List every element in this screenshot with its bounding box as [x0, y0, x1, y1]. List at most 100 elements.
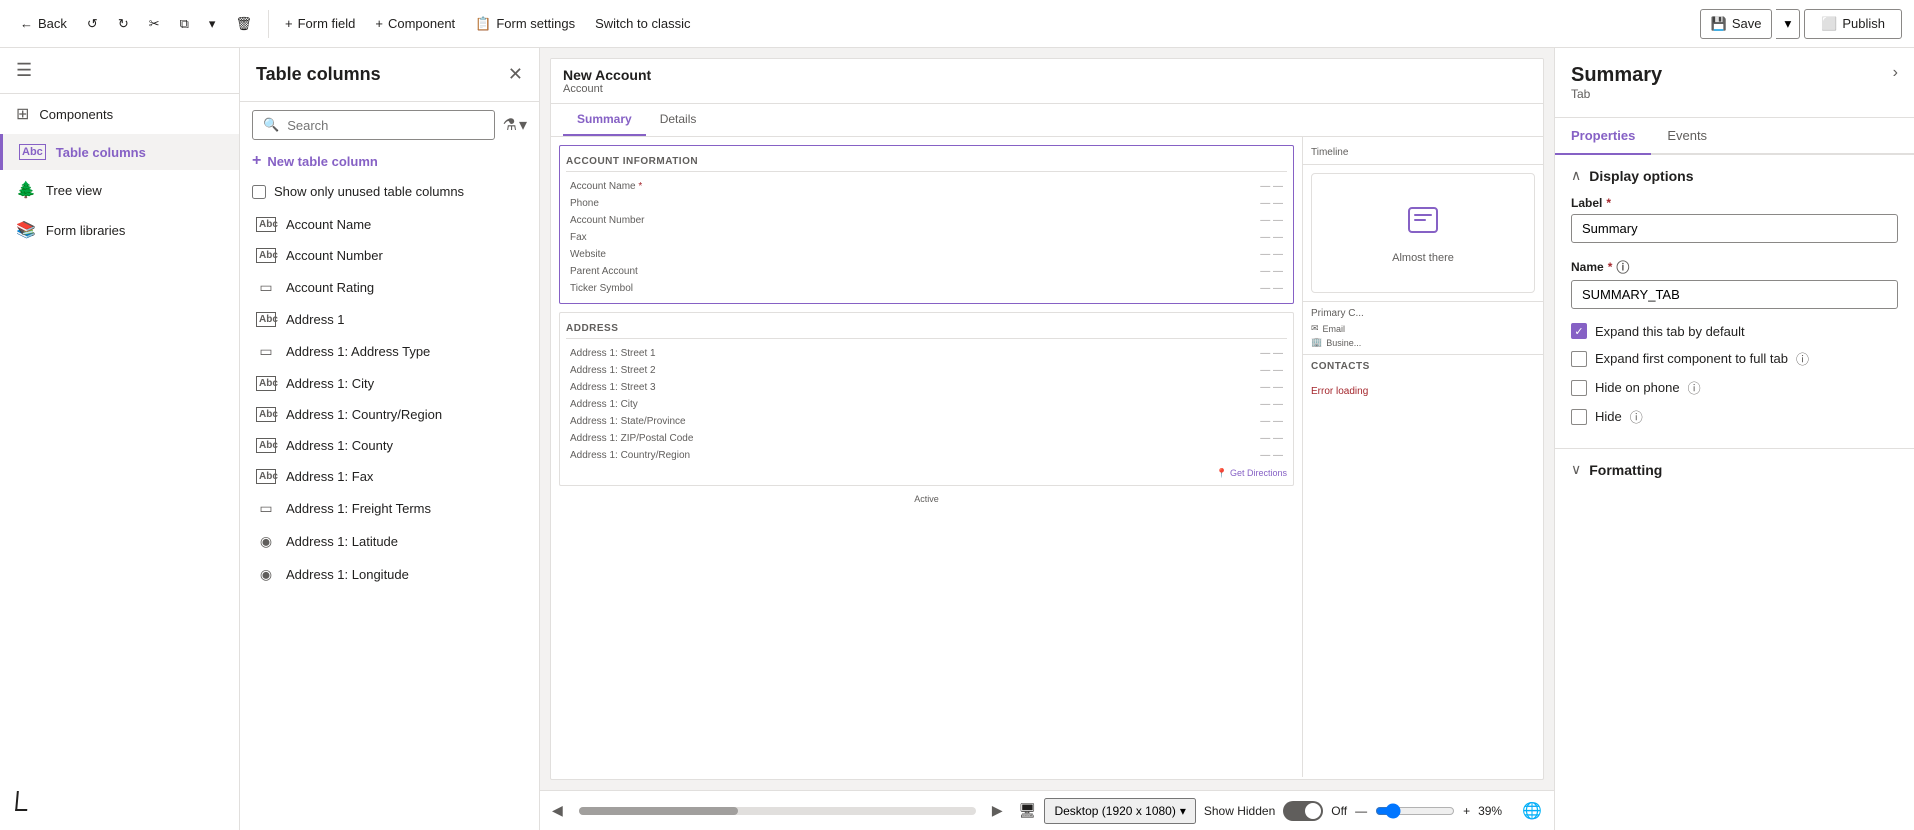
sidebar-item-label: Tree view	[46, 183, 102, 198]
expand-first-info-icon[interactable]: ⓘ	[1796, 349, 1809, 368]
column-name: Address 1: Longitude	[286, 567, 409, 582]
list-item[interactable]: Abc Address 1: Fax	[240, 461, 539, 492]
components-icon: ⊞	[16, 104, 29, 124]
hide-checkbox[interactable]	[1571, 409, 1587, 425]
add-component-button[interactable]: + Component	[367, 12, 463, 35]
almost-there-label: Almost there	[1392, 252, 1454, 264]
list-item[interactable]: Abc Address 1: County	[240, 430, 539, 461]
globe-icon: ◉	[256, 533, 276, 550]
hide-on-phone-info-icon[interactable]: ⓘ	[1688, 378, 1701, 397]
formatting-title: Formatting	[1589, 462, 1662, 478]
column-name: Address 1: Address Type	[286, 344, 430, 359]
list-item[interactable]: Abc Address 1: Country/Region	[240, 399, 539, 430]
copy-button[interactable]: ⧉	[172, 12, 197, 36]
copy-dropdown-button[interactable]: ▾	[201, 12, 224, 36]
list-item[interactable]: ◉ Address 1: Latitude	[240, 525, 539, 558]
name-input[interactable]	[1571, 280, 1898, 309]
form-settings-button[interactable]: 📋 Form settings	[467, 12, 583, 36]
expand-first-label: Expand first component to full tab	[1595, 351, 1788, 366]
columns-panel-title: Table columns	[256, 64, 381, 85]
hamburger-menu-button[interactable]: ☰	[16, 60, 32, 81]
name-field-label: Name * ⓘ	[1571, 257, 1898, 276]
undo-button[interactable]: ↺	[79, 12, 106, 36]
field-label: Phone	[570, 198, 1260, 209]
status-label: Active	[559, 494, 1294, 504]
redo-button[interactable]: ↻	[110, 12, 137, 36]
list-item[interactable]: ▭ Address 1: Address Type	[240, 335, 539, 368]
show-unused-checkbox[interactable]	[252, 185, 266, 199]
switch-classic-button[interactable]: Switch to classic	[587, 12, 698, 35]
device-label: Desktop (1920 x 1080)	[1054, 804, 1175, 818]
expand-tab-field[interactable]: Expand this tab by default	[1571, 323, 1898, 339]
expand-first-field[interactable]: Expand first component to full tab ⓘ	[1571, 349, 1898, 368]
hide-on-phone-field[interactable]: Hide on phone ⓘ	[1571, 378, 1898, 397]
back-button[interactable]: ← Back	[12, 12, 75, 35]
cut-button[interactable]: ✂	[141, 12, 168, 36]
tab-properties[interactable]: Properties	[1555, 118, 1651, 155]
list-item[interactable]: Abc Address 1	[240, 304, 539, 335]
get-directions-label: Get Directions	[1230, 468, 1287, 478]
column-name: Address 1: Latitude	[286, 534, 398, 549]
field-row: Parent Account — —	[566, 263, 1287, 280]
display-options-toggle[interactable]: ∧ Display options	[1571, 167, 1898, 184]
hide-on-phone-checkbox[interactable]	[1571, 380, 1587, 396]
tree-view-icon: 🌲	[16, 180, 36, 200]
label-input[interactable]	[1571, 214, 1898, 243]
zoom-slider[interactable]	[1375, 803, 1455, 819]
abc-icon: Abc	[256, 217, 276, 232]
scroll-right-button[interactable]: ▶	[992, 802, 1003, 819]
rect-icon: ▭	[256, 343, 276, 360]
field-dots: — —	[1260, 433, 1283, 444]
list-item[interactable]: Abc Account Number	[240, 240, 539, 271]
name-info-icon[interactable]: ⓘ	[1616, 257, 1629, 276]
save-dropdown-button[interactable]: ▾	[1776, 9, 1800, 39]
formatting-toggle[interactable]: ∨ Formatting	[1571, 461, 1898, 478]
left-nav: ☰ ⊞ Components Abc Table columns 🌲 Tree …	[0, 48, 240, 830]
sidebar-item-tree-view[interactable]: 🌲 Tree view	[0, 170, 239, 210]
scroll-left-button[interactable]: ◀	[552, 802, 563, 819]
expand-first-checkbox[interactable]	[1571, 351, 1587, 367]
table-columns-icon: Abc	[19, 144, 46, 160]
globe-button[interactable]: 🌐	[1522, 801, 1542, 821]
delete-button[interactable]: 🗑	[227, 12, 260, 36]
sidebar-item-components[interactable]: ⊞ Components	[0, 94, 239, 134]
delete-icon: 🗑	[235, 16, 252, 32]
field-row: Address 1: Country/Region — —	[566, 447, 1287, 464]
expand-tab-checkbox[interactable]	[1571, 323, 1587, 339]
publish-button[interactable]: ⬜ Publish	[1804, 9, 1902, 39]
filter-button[interactable]: ⚗	[503, 115, 517, 135]
list-item[interactable]: ▭ Account Rating	[240, 271, 539, 304]
new-table-column-button[interactable]: + New table column	[240, 144, 539, 178]
search-input[interactable]	[287, 118, 483, 133]
get-directions-link[interactable]: 📍 Get Directions	[566, 468, 1287, 479]
column-name: Account Name	[286, 217, 371, 232]
hide-field[interactable]: Hide ⓘ	[1571, 407, 1898, 426]
sidebar-item-table-columns[interactable]: Abc Table columns	[0, 134, 239, 170]
form-preview-header: New Account Account	[551, 59, 1543, 104]
sidebar-item-label: Table columns	[56, 145, 146, 160]
device-selector-button[interactable]: Desktop (1920 x 1080) ▾	[1044, 798, 1195, 824]
list-item[interactable]: ◉ Address 1: Longitude	[240, 558, 539, 591]
list-item[interactable]: Abc Address 1: City	[240, 368, 539, 399]
almost-there-box: Almost there	[1311, 173, 1535, 293]
search-icon: 🔍	[263, 117, 279, 133]
show-hidden-toggle[interactable]	[1283, 801, 1323, 821]
hide-info-icon[interactable]: ⓘ	[1630, 407, 1643, 426]
cut-icon: ✂	[149, 16, 160, 32]
tab-details[interactable]: Details	[646, 104, 711, 136]
right-panel-subtitle: Tab	[1571, 87, 1662, 101]
scrollbar-track[interactable]	[579, 807, 976, 815]
tab-summary[interactable]: Summary	[563, 104, 646, 136]
sidebar-item-form-libraries[interactable]: 📚 Form libraries	[0, 210, 239, 250]
filter-dropdown-button[interactable]: ▾	[519, 115, 527, 135]
list-item[interactable]: ▭ Address 1: Freight Terms	[240, 492, 539, 525]
save-button[interactable]: 💾 Save	[1700, 9, 1773, 39]
list-item[interactable]: Abc Account Name	[240, 209, 539, 240]
chevron-down-device-icon: ▾	[1180, 804, 1186, 818]
tab-events[interactable]: Events	[1651, 118, 1723, 155]
close-columns-panel-button[interactable]: ✕	[508, 64, 523, 85]
add-form-field-button[interactable]: + Form field	[277, 12, 363, 35]
label-field-group: Label *	[1571, 196, 1898, 243]
right-panel-close-button[interactable]: ›	[1893, 64, 1898, 82]
form-left: ACCOUNT INFORMATION Account Name * — — P…	[551, 137, 1303, 777]
